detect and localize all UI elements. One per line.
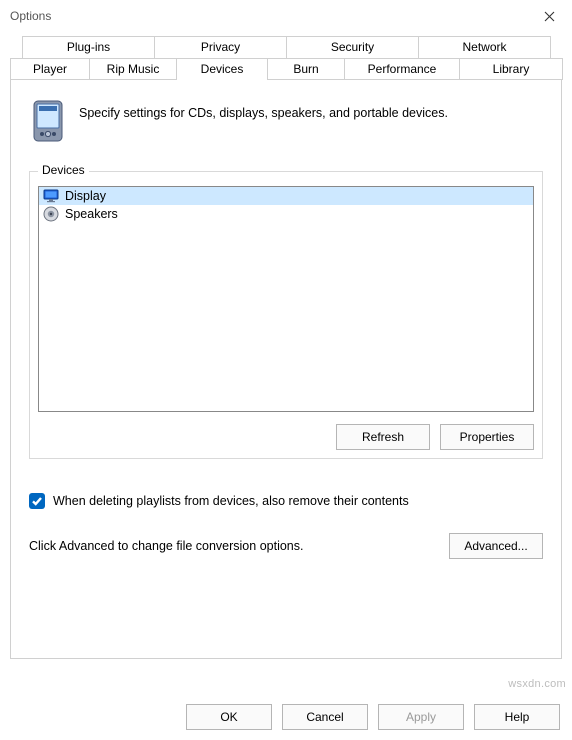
- devices-group: Devices Display Speakers Refresh Propert…: [29, 171, 543, 459]
- tab-plugins[interactable]: Plug-ins: [22, 36, 155, 58]
- delete-playlists-checkbox-row[interactable]: When deleting playlists from devices, al…: [29, 493, 543, 509]
- speaker-icon: [43, 206, 59, 222]
- advanced-text: Click Advanced to change file conversion…: [29, 539, 303, 553]
- tab-player[interactable]: Player: [10, 58, 90, 80]
- dialog-button-row: OK Cancel Apply Help: [186, 704, 560, 730]
- advanced-button[interactable]: Advanced...: [449, 533, 543, 559]
- help-button[interactable]: Help: [474, 704, 560, 730]
- pda-icon: [31, 100, 65, 147]
- device-list[interactable]: Display Speakers: [38, 186, 534, 412]
- close-button[interactable]: [534, 5, 564, 27]
- monitor-icon: [43, 188, 59, 204]
- window-title: Options: [10, 9, 51, 23]
- ok-button[interactable]: OK: [186, 704, 272, 730]
- title-bar: Options: [0, 0, 572, 32]
- tab-burn[interactable]: Burn: [267, 58, 345, 80]
- tab-privacy[interactable]: Privacy: [154, 36, 287, 58]
- tab-performance[interactable]: Performance: [344, 58, 460, 80]
- checkbox-icon: [29, 493, 45, 509]
- tab-network[interactable]: Network: [418, 36, 551, 58]
- tab-panel-devices: Specify settings for CDs, displays, spea…: [10, 79, 562, 659]
- device-item-display[interactable]: Display: [39, 187, 533, 205]
- tab-devices[interactable]: Devices: [176, 58, 268, 80]
- tab-container: Plug-ins Privacy Security Network Player…: [10, 36, 562, 659]
- intro-row: Specify settings for CDs, displays, spea…: [31, 100, 543, 147]
- checkbox-label: When deleting playlists from devices, al…: [53, 494, 409, 508]
- dialog-content: Plug-ins Privacy Security Network Player…: [0, 32, 572, 659]
- intro-text: Specify settings for CDs, displays, spea…: [79, 100, 448, 120]
- properties-button[interactable]: Properties: [440, 424, 534, 450]
- refresh-button[interactable]: Refresh: [336, 424, 430, 450]
- tab-security[interactable]: Security: [286, 36, 419, 58]
- devices-group-label: Devices: [38, 163, 89, 177]
- close-icon: [544, 11, 555, 22]
- device-label: Speakers: [65, 207, 118, 221]
- watermark: wsxdn.com: [508, 678, 566, 690]
- device-label: Display: [65, 189, 106, 203]
- tab-ripmusic[interactable]: Rip Music: [89, 58, 177, 80]
- apply-button[interactable]: Apply: [378, 704, 464, 730]
- device-item-speakers[interactable]: Speakers: [39, 205, 533, 223]
- cancel-button[interactable]: Cancel: [282, 704, 368, 730]
- tab-library[interactable]: Library: [459, 58, 563, 80]
